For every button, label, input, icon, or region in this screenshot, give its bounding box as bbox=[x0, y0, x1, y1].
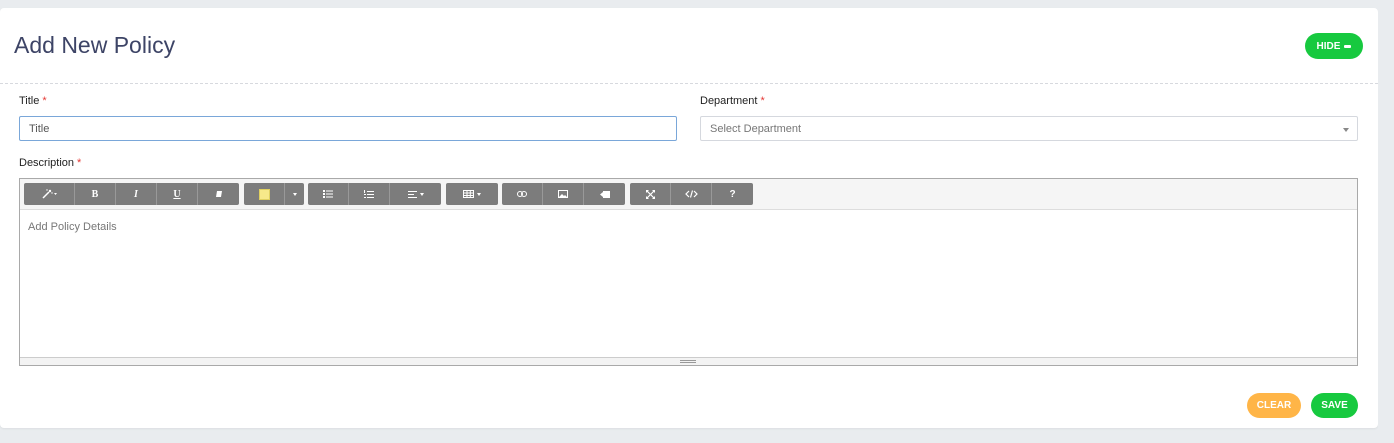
highlight-color-button[interactable] bbox=[244, 183, 285, 205]
code-icon bbox=[684, 190, 698, 198]
picture-icon bbox=[558, 190, 568, 198]
card-header: Add New Policy HIDE bbox=[0, 8, 1378, 84]
description-label-text: Description bbox=[19, 157, 75, 169]
code-view-button[interactable] bbox=[671, 183, 712, 205]
video-button[interactable] bbox=[584, 183, 625, 205]
required-marker: * bbox=[42, 95, 47, 107]
hide-button[interactable]: HIDE bbox=[1305, 33, 1363, 59]
color-swatch-icon bbox=[258, 188, 270, 200]
editor-resize-handle[interactable] bbox=[20, 357, 1357, 365]
title-input[interactable] bbox=[19, 116, 677, 141]
rich-text-editor: B I U ? Add Policy Details bbox=[19, 178, 1358, 366]
caret-down-icon bbox=[292, 192, 297, 196]
magic-wand-icon bbox=[42, 189, 57, 199]
bullet-list-icon bbox=[323, 190, 333, 198]
caret-down-icon bbox=[477, 192, 481, 196]
title-label-text: Title bbox=[19, 95, 40, 107]
department-select-placeholder: Select Department bbox=[710, 122, 802, 135]
unordered-list-button[interactable] bbox=[308, 183, 349, 205]
department-label-text: Department bbox=[700, 95, 758, 107]
required-marker: * bbox=[77, 157, 82, 169]
editor-content-area[interactable]: Add Policy Details bbox=[20, 209, 1357, 359]
underline-icon: U bbox=[173, 188, 181, 200]
italic-button[interactable]: I bbox=[116, 183, 157, 205]
italic-icon: I bbox=[134, 188, 138, 200]
description-label: Description * bbox=[19, 157, 81, 169]
link-icon bbox=[517, 191, 527, 197]
save-button-label: SAVE bbox=[1321, 400, 1348, 411]
link-button[interactable] bbox=[502, 183, 543, 205]
clear-format-button[interactable] bbox=[198, 183, 239, 205]
hide-button-label: HIDE bbox=[1316, 40, 1341, 52]
font-style-group: B I U bbox=[24, 183, 239, 205]
editor-placeholder: Add Policy Details bbox=[28, 221, 117, 233]
bold-icon: B bbox=[91, 188, 99, 200]
grip-icon bbox=[680, 360, 696, 361]
help-button[interactable]: ? bbox=[712, 183, 753, 205]
bold-button[interactable]: B bbox=[75, 183, 116, 205]
view-group: ? bbox=[630, 183, 753, 205]
color-group bbox=[244, 183, 304, 205]
paragraph-group bbox=[308, 183, 441, 205]
page-background-edge bbox=[1378, 0, 1394, 443]
clear-button[interactable]: CLEAR bbox=[1247, 393, 1301, 418]
video-icon bbox=[599, 190, 610, 198]
chevron-down-icon bbox=[1343, 128, 1349, 132]
department-label: Department * bbox=[700, 95, 765, 107]
ordered-list-button[interactable] bbox=[349, 183, 390, 205]
numbered-list-icon bbox=[364, 189, 374, 198]
fullscreen-icon bbox=[645, 189, 655, 199]
underline-button[interactable]: U bbox=[157, 183, 198, 205]
editor-toolbar: B I U ? bbox=[20, 179, 1357, 210]
page-title: Add New Policy bbox=[14, 32, 176, 58]
help-icon: ? bbox=[729, 188, 736, 200]
align-dropdown-button[interactable] bbox=[390, 183, 441, 205]
caret-down-icon bbox=[419, 192, 424, 196]
table-button[interactable] bbox=[446, 183, 498, 205]
required-marker: * bbox=[760, 95, 765, 107]
insert-group bbox=[502, 183, 625, 205]
table-group bbox=[446, 183, 498, 205]
eraser-icon bbox=[215, 191, 222, 197]
style-magic-button[interactable] bbox=[24, 183, 75, 205]
minus-icon bbox=[1344, 44, 1352, 48]
title-label: Title * bbox=[19, 95, 47, 107]
save-button[interactable]: SAVE bbox=[1311, 393, 1358, 418]
align-left-icon bbox=[407, 190, 417, 198]
image-button[interactable] bbox=[543, 183, 584, 205]
fullscreen-button[interactable] bbox=[630, 183, 671, 205]
table-icon bbox=[463, 190, 474, 198]
clear-button-label: CLEAR bbox=[1256, 400, 1292, 411]
department-select[interactable]: Select Department bbox=[700, 116, 1358, 141]
color-dropdown-button[interactable] bbox=[285, 183, 304, 205]
